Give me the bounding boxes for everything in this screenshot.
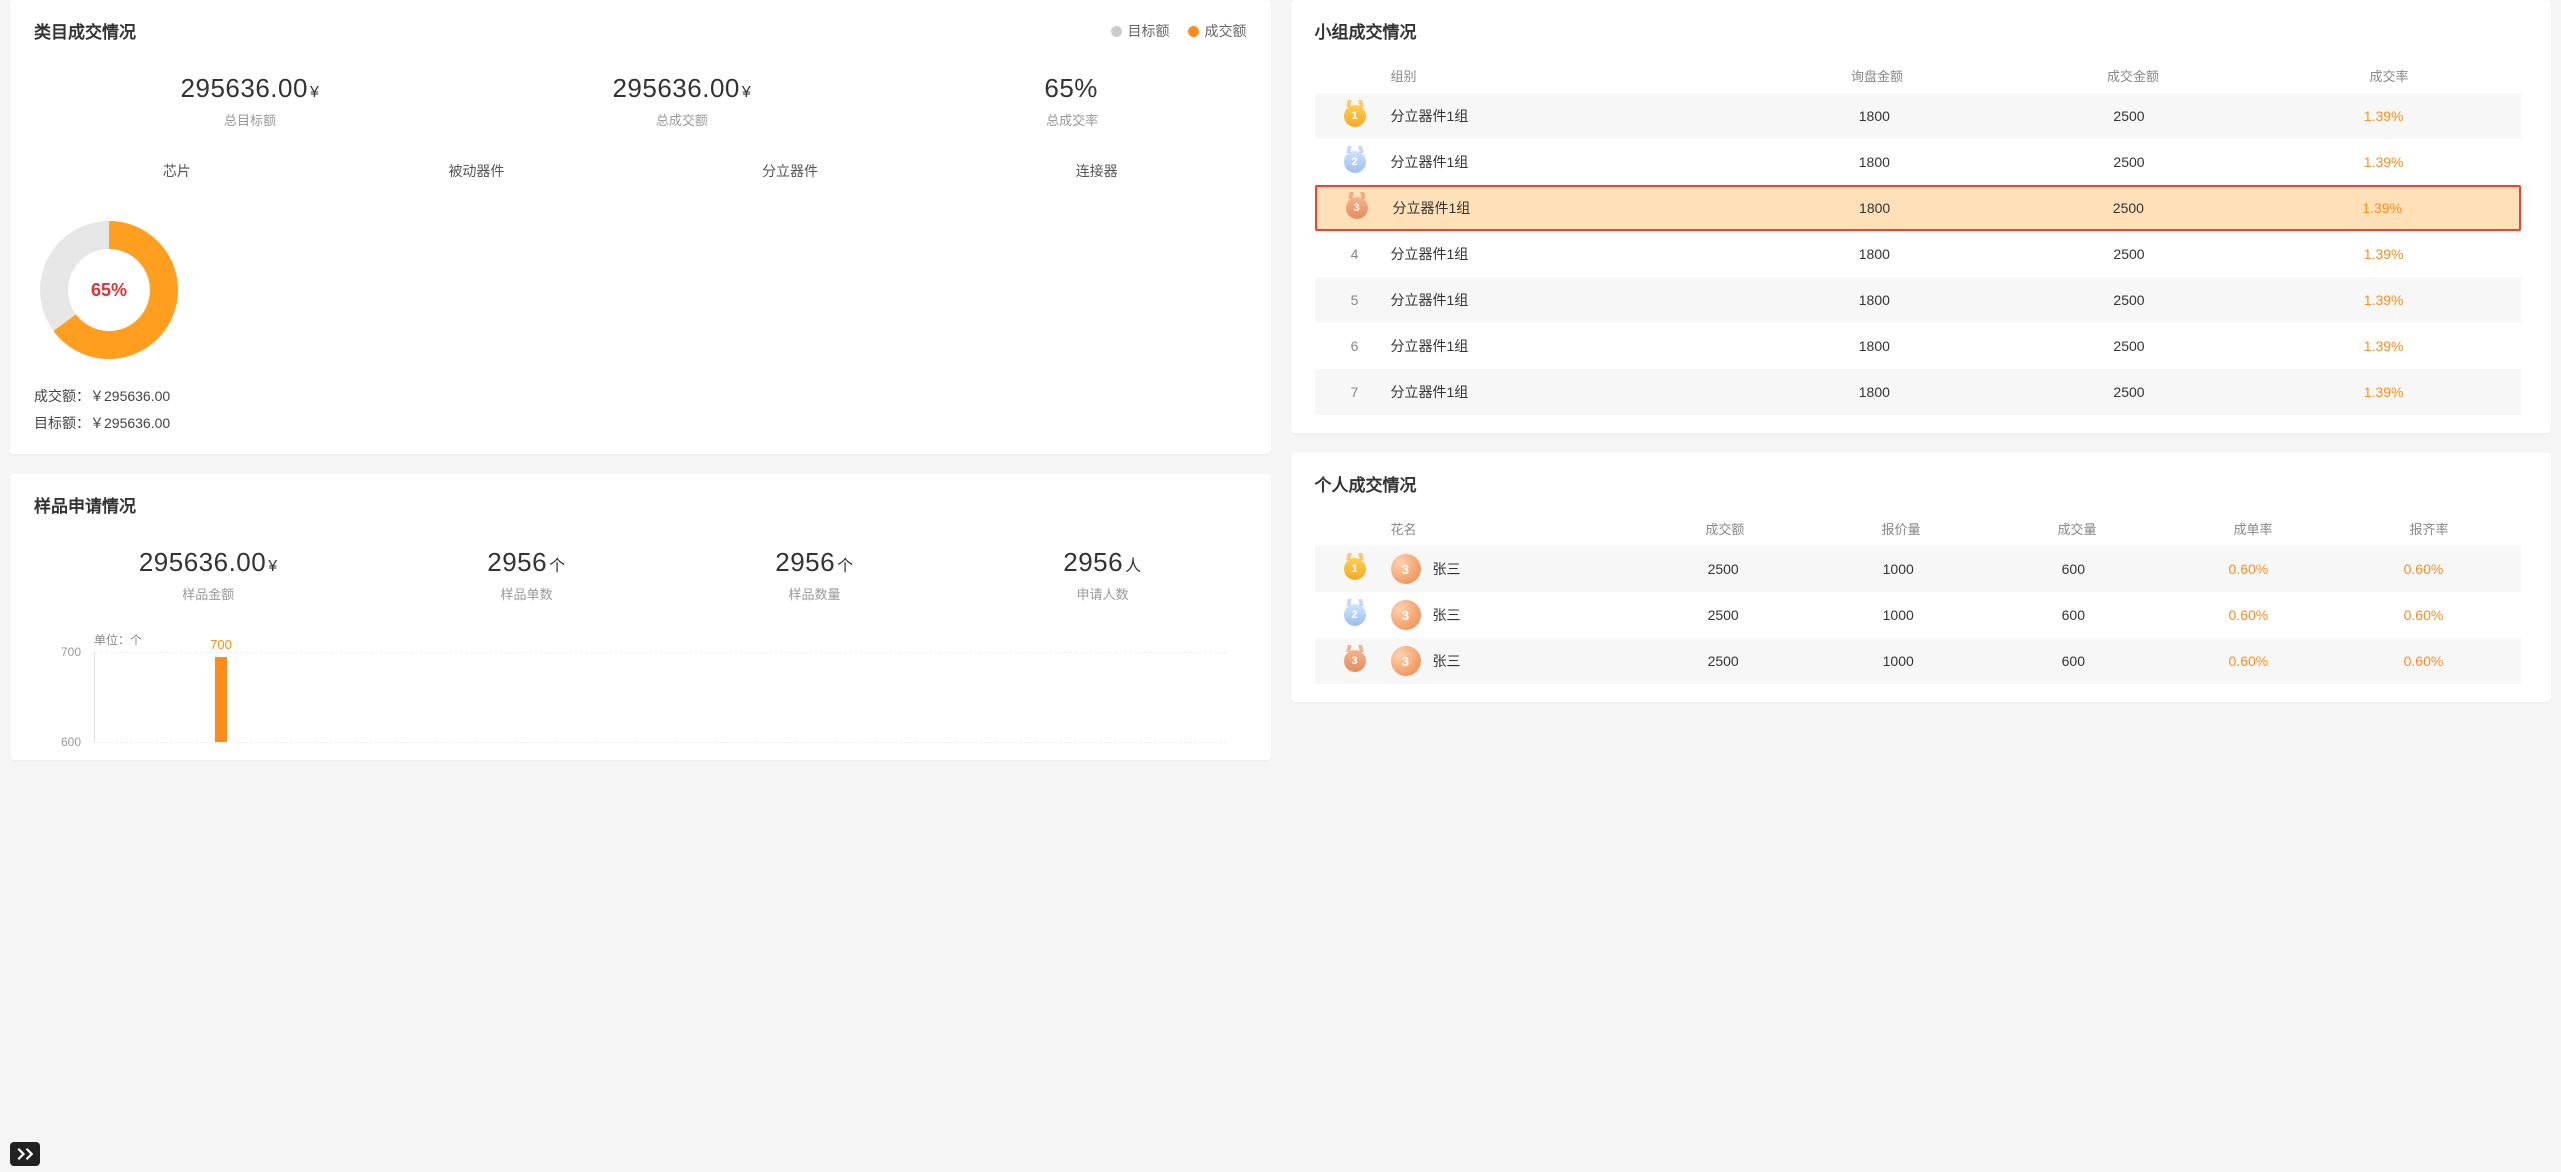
table-row[interactable]: 1 分立器件1组 1800 2500 1.39% — [1315, 93, 2522, 139]
category-tab[interactable]: 分立器件 — [762, 157, 818, 185]
bar-1-label: 700 — [210, 637, 232, 652]
sample-kpi-row: 295636.00¥样品金额 2956个样品单数 2956个样品数量 2956人申请人… — [34, 547, 1247, 603]
medal-3-icon: 3 — [1346, 197, 1368, 219]
personal-deal-card: 个人成交情况 花名 成交额 报价量 成交量 成单率 报齐率 1 3张三 2500… — [1291, 453, 2552, 702]
category-title-text: 类目成交情况 — [34, 18, 136, 43]
category-card-title: 类目成交情况 目标额 成交额 — [34, 18, 1247, 43]
legend-actual: 成交额 — [1188, 21, 1247, 41]
category-legend: 目标额 成交额 — [1111, 21, 1247, 41]
group-deal-card: 小组成交情况 组别 询盘金额 成交金额 成交率 1 分立器件1组 1800 25… — [1291, 0, 2552, 433]
category-tab[interactable]: 芯片 — [163, 157, 191, 185]
personal-table-header: 花名 成交额 报价量 成交量 成单率 报齐率 — [1315, 510, 2528, 546]
ytick-600: 600 — [61, 735, 81, 749]
medal-2-icon: 2 — [1344, 604, 1366, 626]
avatar-icon: 3 — [1391, 554, 1421, 584]
dot-orange-icon — [1188, 26, 1199, 37]
kpi-item: 65%总成交率 — [1044, 73, 1100, 129]
dot-grey-icon — [1111, 26, 1122, 37]
medal-1-icon: 1 — [1344, 105, 1366, 127]
sample-title: 样品申请情况 — [34, 492, 1247, 517]
medal-2-icon: 2 — [1344, 151, 1366, 173]
bar-axis-unit: 单位：个 — [94, 631, 1247, 648]
group-title: 小组成交情况 — [1315, 18, 2528, 43]
category-kpi-row: 295636.00¥总目标额 295636.00¥总成交额 65%总成交率 — [34, 73, 1247, 129]
kpi-item: 295636.00¥总目标额 — [181, 73, 320, 129]
sample-apply-card: 样品申请情况 295636.00¥样品金额2956个样品单数2956个样品数量2… — [10, 474, 1271, 760]
ytick-700: 700 — [61, 645, 81, 659]
kpi-item: 295636.00¥样品金额 — [139, 547, 278, 603]
kpi-item: 295636.00¥总成交额 — [612, 73, 751, 129]
table-row[interactable]: 5 分立器件1组 1800 2500 1.39% — [1315, 277, 2522, 323]
dock-app-icon[interactable] — [10, 1142, 40, 1166]
medal-3-icon: 3 — [1344, 650, 1366, 672]
table-row[interactable]: 1 3张三 2500 1000 600 0.60% 0.60% — [1315, 546, 2522, 592]
table-row[interactable]: 3 分立器件1组 1800 2500 1.39% — [1315, 185, 2522, 231]
table-row[interactable]: 4 分立器件1组 1800 2500 1.39% — [1315, 231, 2522, 277]
table-row[interactable]: 2 3张三 2500 1000 600 0.60% 0.60% — [1315, 592, 2522, 638]
avatar-icon: 3 — [1391, 646, 1421, 676]
sample-bar-chart: 700 600 700 — [94, 652, 1227, 742]
donut-center-label: 65% — [34, 215, 184, 365]
avatar-icon: 3 — [1391, 600, 1421, 630]
table-row[interactable]: 2 分立器件1组 1800 2500 1.39% — [1315, 139, 2522, 185]
personal-table-body[interactable]: 1 3张三 2500 1000 600 0.60% 0.60% 2 3张三 25… — [1315, 546, 2528, 684]
donut-chart: 65% — [34, 215, 184, 365]
category-tab[interactable]: 连接器 — [1076, 157, 1118, 185]
table-row[interactable]: 7 分立器件1组 1800 2500 1.39% — [1315, 369, 2522, 415]
kpi-item: 2956个样品单数 — [487, 547, 565, 603]
personal-title: 个人成交情况 — [1315, 471, 2528, 496]
table-row[interactable]: 3 3张三 2500 1000 600 0.60% 0.60% — [1315, 638, 2522, 684]
category-tab[interactable]: 被动器件 — [448, 157, 504, 185]
medal-1-icon: 1 — [1344, 558, 1366, 580]
kpi-item: 2956个样品数量 — [775, 547, 853, 603]
group-table-body[interactable]: 1 分立器件1组 1800 2500 1.39% 2 分立器件1组 1800 2… — [1315, 93, 2528, 415]
bar-1 — [215, 657, 227, 742]
table-row[interactable]: 6 分立器件1组 1800 2500 1.39% — [1315, 323, 2522, 369]
group-table-header: 组别 询盘金额 成交金额 成交率 — [1315, 57, 2528, 93]
legend-target: 目标额 — [1111, 21, 1170, 41]
category-tabs: 芯片 被动器件 分立器件 连接器 — [34, 157, 1247, 185]
category-deal-card: 类目成交情况 目标额 成交额 295636.00¥总目标额295636.00¥总… — [10, 0, 1271, 454]
kpi-item: 2956人申请人数 — [1063, 547, 1141, 603]
donut-values: 成交额：￥295636.00 目标额：￥295636.00 — [34, 383, 1247, 436]
